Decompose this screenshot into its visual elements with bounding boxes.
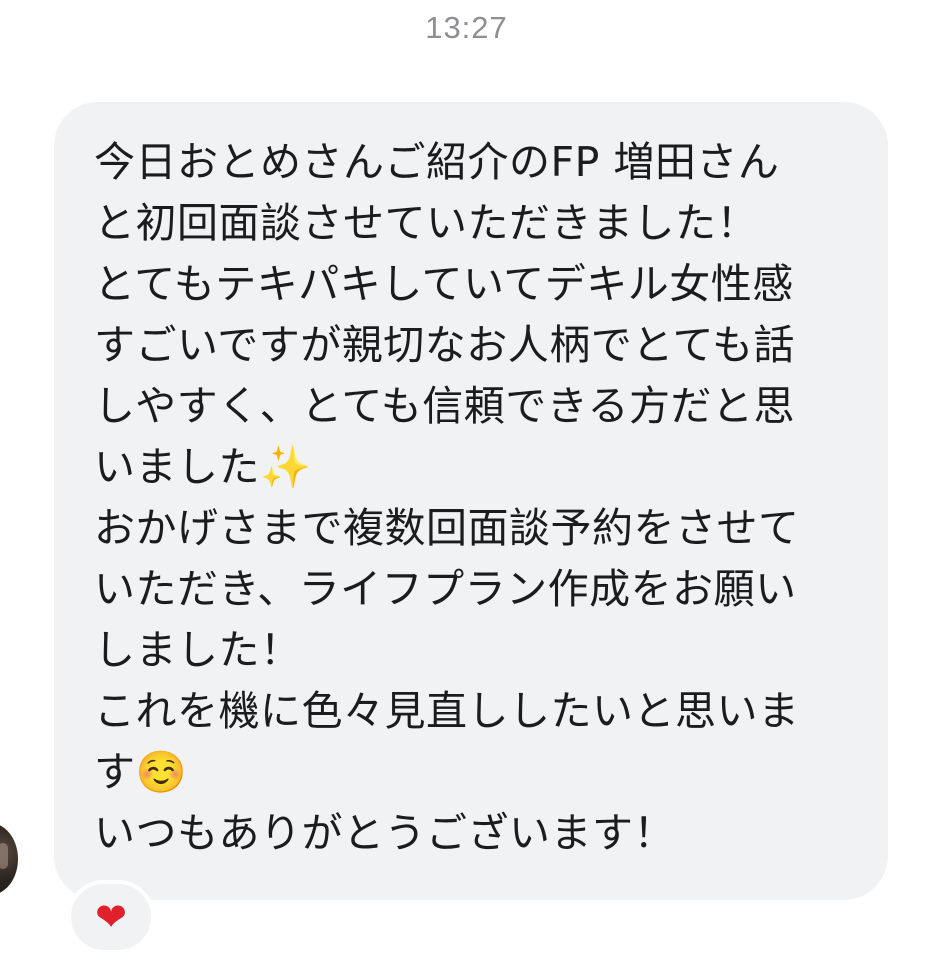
message-line: しました！ [94, 626, 302, 674]
message-line: とてもテキパキしていてデキル女性感 [94, 260, 794, 308]
message-line: と初回面談させていただきました！ [94, 199, 758, 247]
sender-avatar[interactable] [0, 823, 18, 895]
message-line: いました✨ [94, 443, 312, 491]
avatar-highlight [0, 843, 8, 869]
message-line: おかげさまで複数回面談予約をさせて [94, 504, 800, 552]
message-line: しやすく、とても信頼できる方だと思 [94, 382, 795, 430]
chat-screen: 13:27 今日おとめさんご紹介のFP 増田さん と初回面談させていただきました… [0, 0, 933, 973]
message-line: す☺️ [94, 748, 188, 796]
message-line: これを機に色々見直ししたいと思いま [94, 687, 800, 735]
message-line: いつもありがとうございます！ [94, 809, 675, 857]
message-line: すごいですが親切なお人柄でとても話 [94, 321, 795, 369]
message-line: いただき、ライフプラン作成をお願い [94, 565, 797, 613]
message-timestamp: 13:27 [425, 10, 508, 45]
message-line: 今日おとめさんご紹介のFP 増田さん [94, 138, 780, 186]
heart-icon: ❤ [95, 895, 127, 939]
reaction-badge[interactable]: ❤ [67, 880, 155, 954]
message-bubble[interactable]: 今日おとめさんご紹介のFP 増田さん と初回面談させていただきました！ とてもテ… [54, 102, 888, 900]
